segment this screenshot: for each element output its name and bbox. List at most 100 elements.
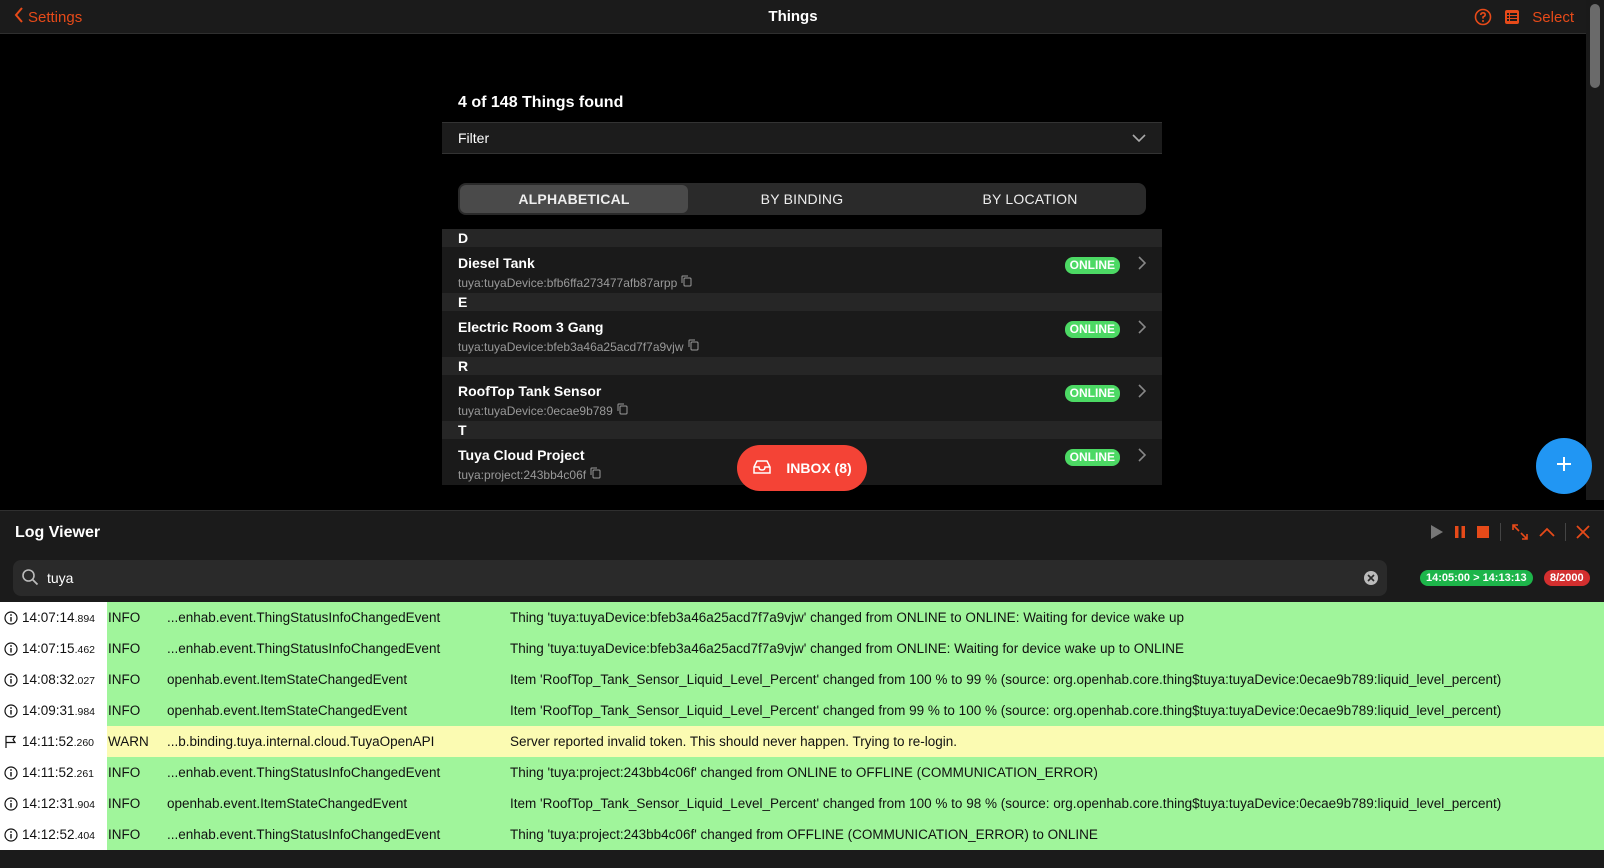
log-level: INFO [108,641,141,656]
log-level: INFO [108,827,141,842]
thing-uid-text: tuya:tuyaDevice:0ecae9b789 [458,403,613,418]
log-logger: ...enhab.event.ThingStatusInfoChangedEve… [167,765,441,780]
pause-icon[interactable] [1454,525,1466,539]
log-search-input[interactable] [47,560,1347,596]
inbox-button[interactable]: INBOX (8) [737,445,867,491]
log-time-hms: 14:07:15 [22,641,75,656]
log-time: 14:09:31.984 [22,703,95,718]
chevron-up-icon[interactable] [1539,527,1555,537]
info-icon [0,610,22,625]
log-search-row: 14:05:00 > 14:13:13 8/2000 [0,554,1604,602]
status-badge: ONLINE [1064,321,1120,338]
log-time-ms: .462 [74,644,95,656]
log-logger: openhab.event.ItemStateChangedEvent [167,796,408,811]
clear-search-icon[interactable] [1363,570,1379,591]
group-header-e: E [442,293,1162,311]
thing-item[interactable]: RoofTop Tank Sensor tuya:tuyaDevice:0eca… [442,375,1162,421]
log-viewer-title: Log Viewer [15,524,101,541]
log-logger: ...enhab.event.ThingStatusInfoChangedEve… [167,827,441,842]
info-icon [0,765,22,780]
things-list-panel: 4 of 148 Things found Filter ALPHABETICA… [442,86,1162,485]
log-row[interactable]: 14:07:14.894 INFO ...enhab.event.ThingSta… [0,602,1604,633]
log-level: INFO [108,796,141,811]
copy-icon[interactable] [681,275,692,290]
log-logger: openhab.event.ItemStateChangedEvent [167,703,408,718]
expand-icon[interactable] [1511,523,1529,541]
log-level: INFO [108,672,141,687]
log-time: 14:11:52.260 [22,734,94,749]
scrollbar-thumb[interactable] [1590,4,1600,88]
log-time: 14:12:31.904 [22,796,95,811]
chevron-down-icon [1132,130,1146,146]
thing-title: Diesel Tank [458,255,535,271]
log-row[interactable]: 14:12:52.404 INFO ...enhab.event.ThingSta… [0,819,1604,850]
close-icon[interactable] [1576,525,1590,539]
log-footer [0,850,1604,868]
log-level: INFO [108,610,141,625]
thing-uid-text: tuya:tuyaDevice:bfb6ffa273477afb87arpp [458,275,678,290]
app-root: Settings Things Select 4 of 148 Things f… [0,0,1604,868]
thing-item[interactable]: Diesel Tank tuya:tuyaDevice:bfb6ffa27347… [442,247,1162,293]
thing-uid: tuya:tuyaDevice:bfeb3a46a25acd7f7a9vjw [458,339,699,354]
log-time-hms: 14:09:31 [22,703,75,718]
log-time-hms: 14:11:52 [22,765,74,780]
group-header-d: D [442,229,1162,247]
copy-icon[interactable] [617,403,628,418]
inbox-label: INBOX (8) [786,460,852,476]
stop-icon[interactable] [1476,525,1490,539]
select-button[interactable]: Select [1532,9,1574,26]
play-icon[interactable] [1430,524,1444,540]
page-scrollbar[interactable] [1586,0,1604,500]
top-navbar: Settings Things Select [0,0,1586,34]
log-message: Item 'RoofTop_Tank_Sensor_Liquid_Level_P… [510,796,1502,811]
filter-accordion[interactable]: Filter [442,122,1162,154]
log-time-hms: 14:08:32 [22,672,75,687]
divider [1565,523,1566,541]
copy-icon[interactable] [688,339,699,354]
log-message: Thing 'tuya:project:243bb4c06f' changed … [510,827,1098,842]
info-icon [0,703,22,718]
log-time-hms: 14:07:14 [22,610,75,625]
thing-uid-text: tuya:tuyaDevice:bfeb3a46a25acd7f7a9vjw [458,339,684,354]
tab-alphabetical[interactable]: ALPHABETICAL [460,185,688,213]
log-time-ms: .404 [74,830,95,842]
thing-uid-text: tuya:project:243bb4c06f [458,467,587,482]
log-level: WARN [108,734,149,749]
thing-title: Electric Room 3 Gang [458,319,604,335]
log-row[interactable]: 14:11:52.260 WARN ...b.binding.tuya.inter… [0,726,1604,757]
log-level: INFO [108,765,141,780]
nav-actions: Select [1474,6,1574,28]
status-badge: ONLINE [1064,449,1120,466]
log-time: 14:12:52.404 [22,827,95,842]
log-message: Item 'RoofTop_Tank_Sensor_Liquid_Level_P… [510,703,1502,718]
group-header-r: R [442,357,1162,375]
log-time-hms: 14:12:31 [22,796,75,811]
thing-title: Tuya Cloud Project [458,447,585,463]
log-row[interactable]: 14:09:31.984 INFO openhab.event.ItemState… [0,695,1604,726]
copy-icon[interactable] [590,467,601,482]
status-badge: ONLINE [1064,385,1120,402]
log-row[interactable]: 14:07:15.462 INFO ...enhab.event.ThingSta… [0,633,1604,664]
log-row[interactable]: 14:11:52.261 INFO ...enhab.event.ThingSta… [0,757,1604,788]
tab-by-binding[interactable]: BY BINDING [688,185,916,213]
log-logger: ...enhab.event.ThingStatusInfoChangedEve… [167,610,441,625]
tab-by-location[interactable]: BY LOCATION [916,185,1144,213]
list-view-icon[interactable] [1504,9,1520,25]
log-logger: openhab.event.ItemStateChangedEvent [167,672,408,687]
results-count: 4 of 148 Things found [458,94,624,111]
filter-label: Filter [458,130,490,146]
thing-item[interactable]: Electric Room 3 Gang tuya:tuyaDevice:bfe… [442,311,1162,357]
log-viewer-header: Log Viewer [0,510,1604,554]
log-row[interactable]: 14:08:32.027 INFO openhab.event.ItemState… [0,664,1604,695]
thing-title: RoofTop Tank Sensor [458,383,602,399]
info-icon [0,641,22,656]
log-time-ms: .260 [73,737,94,749]
chevron-right-icon [1138,384,1147,403]
info-icon [0,827,22,842]
log-logger: ...enhab.event.ThingStatusInfoChangedEve… [167,641,441,656]
add-thing-button[interactable] [1536,438,1592,494]
log-time-ms: .894 [74,613,95,625]
page-title: Things [768,8,818,25]
log-row[interactable]: 14:12:31.904 INFO openhab.event.ItemState… [0,788,1604,819]
help-icon[interactable] [1474,8,1492,26]
